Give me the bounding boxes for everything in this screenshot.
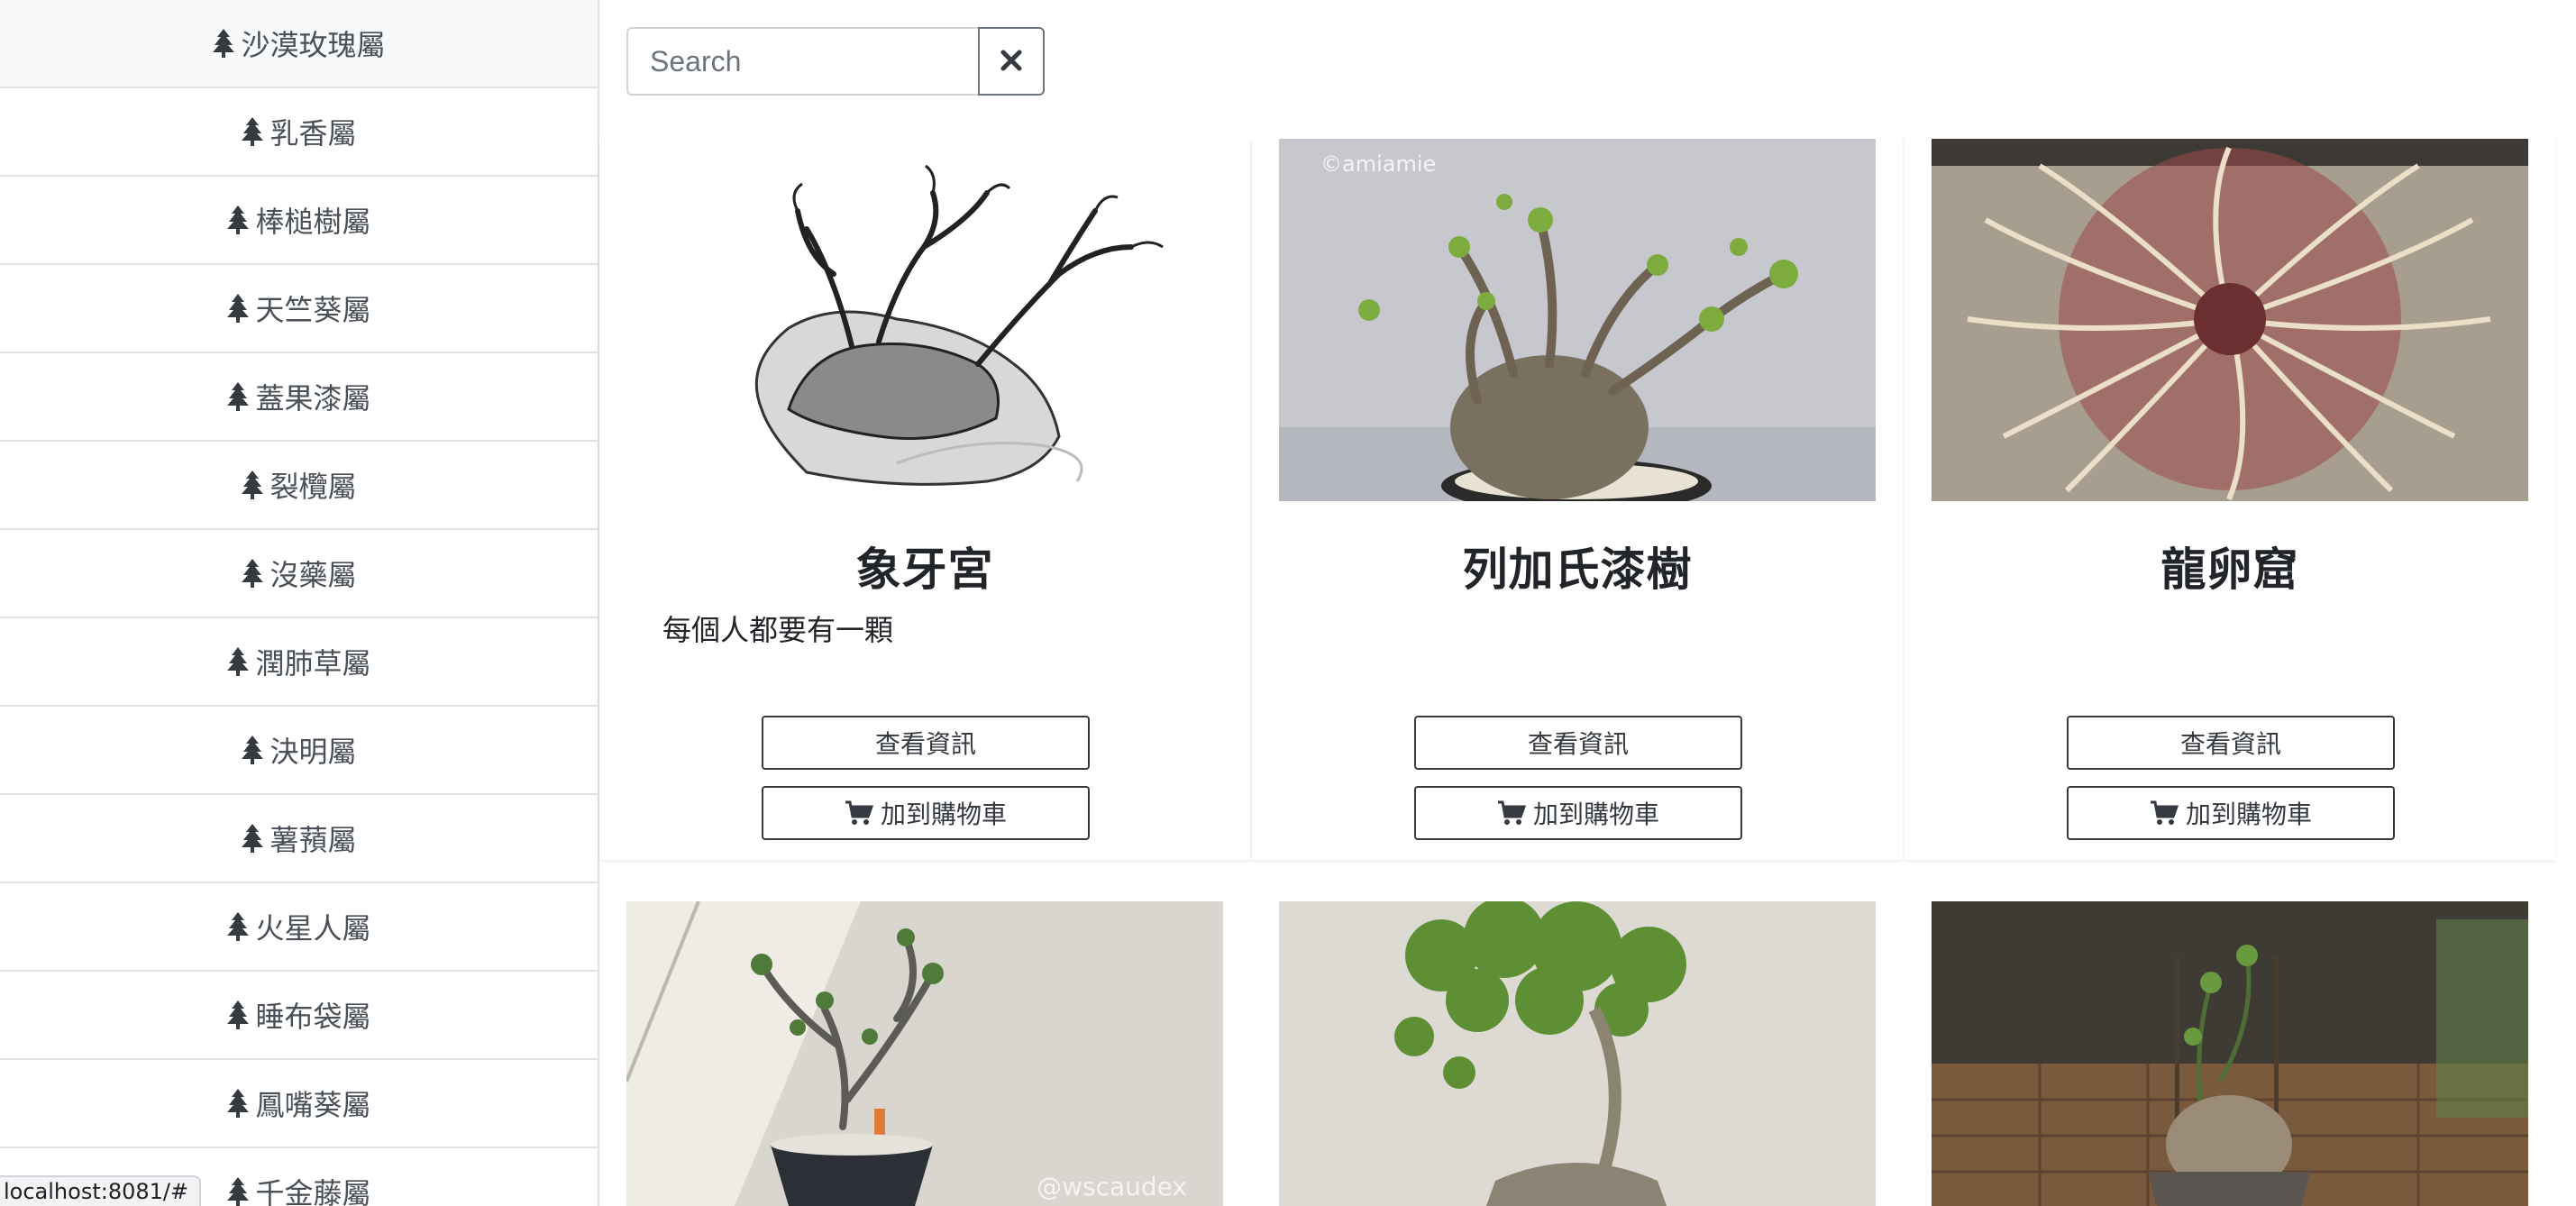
tree-icon — [226, 1088, 250, 1119]
sidebar-item-label: 乳香屬 — [269, 116, 357, 151]
product-title: 列加氏漆樹 — [1462, 544, 1693, 596]
search-input[interactable] — [626, 27, 978, 96]
sidebar-item-bursera[interactable]: 裂欖屬 — [0, 442, 598, 530]
product-card — [1905, 901, 2555, 1206]
shopping-cart-icon — [1497, 800, 1526, 826]
tree-icon — [226, 1000, 250, 1030]
sidebar-item-senna[interactable]: 決明屬 — [0, 707, 598, 795]
add-to-cart-button[interactable]: 加到購物車 — [1414, 786, 1742, 840]
sidebar-item-label: 薯蕷屬 — [269, 823, 357, 857]
add-to-cart-label: 加到購物車 — [1532, 800, 1659, 828]
sidebar-item-label: 棒槌樹屬 — [255, 205, 371, 239]
product-image[interactable] — [1932, 139, 2528, 501]
product-card: 龍卵窟 查看資訊 加到購物車 — [1905, 139, 2555, 860]
sidebar-item-operculicarya[interactable]: 蓋果漆屬 — [0, 353, 598, 442]
product-area: 象牙宮 每個人都要有一顆 查看資訊 加到購物車 ©amia — [599, 0, 2576, 1206]
sidebar-item-fockea[interactable]: 火星人屬 — [0, 883, 598, 972]
image-watermark: ©amiamie — [1320, 151, 1437, 177]
sidebar-item-pachypodium[interactable]: 棒槌樹屬 — [0, 177, 598, 265]
product-card: @wscaudex — [599, 901, 1250, 1206]
sidebar-item-dorstenia[interactable]: 潤肺草屬 — [0, 618, 598, 707]
tree-icon — [241, 823, 264, 854]
sidebar-item-label: 睡布袋屬 — [255, 1000, 371, 1034]
sidebar-item-adenium[interactable]: 沙漠玫瑰屬 — [0, 0, 598, 88]
product-card: ©amiamie 列加氏漆樹 查看資訊 加到購物車 — [1252, 139, 1903, 860]
search-bar — [626, 27, 1045, 96]
tree-icon — [226, 646, 250, 677]
tree-icon — [241, 735, 264, 765]
sidebar-item-label: 沒藥屬 — [269, 558, 357, 592]
sidebar-item-label: 裂欖屬 — [269, 470, 357, 504]
sidebar-item-label: 火星人屬 — [255, 911, 371, 946]
sidebar-item-boswellia[interactable]: 乳香屬 — [0, 88, 598, 177]
add-to-cart-label: 加到購物車 — [880, 800, 1007, 828]
sidebar-item-commiphora[interactable]: 沒藥屬 — [0, 530, 598, 618]
sidebar-item-label: 千金藤屬 — [255, 1176, 371, 1206]
product-image[interactable] — [1279, 901, 1876, 1206]
add-to-cart-label: 加到購物車 — [2185, 800, 2312, 828]
tree-icon — [241, 116, 264, 147]
product-title: 象牙宮 — [855, 544, 994, 596]
sidebar-item-dioscorea[interactable]: 薯蕷屬 — [0, 795, 598, 883]
product-image[interactable] — [1932, 901, 2528, 1206]
sidebar-item-label: 天竺葵屬 — [255, 293, 371, 327]
tree-icon — [226, 205, 250, 235]
sidebar-item-monsonia[interactable]: 鳳嘴葵屬 — [0, 1060, 598, 1148]
tree-icon — [226, 293, 250, 324]
sidebar-item-label: 沙漠玫瑰屬 — [241, 28, 386, 62]
product-image[interactable]: @wscaudex — [626, 901, 1223, 1206]
sidebar-item-pelargonium[interactable]: 天竺葵屬 — [0, 265, 598, 353]
product-image[interactable] — [626, 139, 1223, 501]
product-card — [1252, 901, 1903, 1206]
category-sidebar: 沙漠玫瑰屬 乳香屬 棒槌樹屬 天竺葵屬 蓋果漆屬 裂欖屬 沒藥屬 潤肺草屬 決明… — [0, 0, 599, 1206]
product-card: 象牙宮 每個人都要有一顆 查看資訊 加到購物車 — [599, 139, 1250, 860]
tree-icon — [226, 1176, 250, 1206]
sidebar-item-label: 潤肺草屬 — [255, 646, 371, 681]
tree-icon — [241, 470, 264, 500]
clear-search-button[interactable] — [978, 27, 1045, 96]
view-info-button[interactable]: 查看資訊 — [762, 716, 1090, 770]
sidebar-item-adenia[interactable]: 睡布袋屬 — [0, 972, 598, 1060]
add-to-cart-button[interactable]: 加到購物車 — [2067, 786, 2395, 840]
sidebar-item-label: 鳳嘴葵屬 — [255, 1088, 371, 1122]
view-info-button[interactable]: 查看資訊 — [1414, 716, 1742, 770]
times-icon — [1000, 49, 1023, 75]
sidebar-item-label: 蓋果漆屬 — [255, 381, 371, 416]
image-watermark: @wscaudex — [1037, 1172, 1187, 1201]
product-image[interactable]: ©amiamie — [1279, 139, 1876, 501]
add-to-cart-button[interactable]: 加到購物車 — [762, 786, 1090, 840]
tree-icon — [226, 381, 250, 412]
shopping-cart-icon — [2150, 800, 2179, 826]
product-description: 每個人都要有一顆 — [662, 613, 894, 647]
status-bar-url: localhost:8081/# — [0, 1175, 202, 1206]
sidebar-item-label: 決明屬 — [269, 735, 357, 769]
view-info-button[interactable]: 查看資訊 — [2067, 716, 2395, 770]
tree-icon — [226, 911, 250, 942]
tree-icon — [241, 558, 264, 589]
tree-icon — [212, 28, 235, 59]
shopping-cart-icon — [845, 800, 873, 826]
product-title: 龍卵窟 — [2160, 544, 2299, 596]
